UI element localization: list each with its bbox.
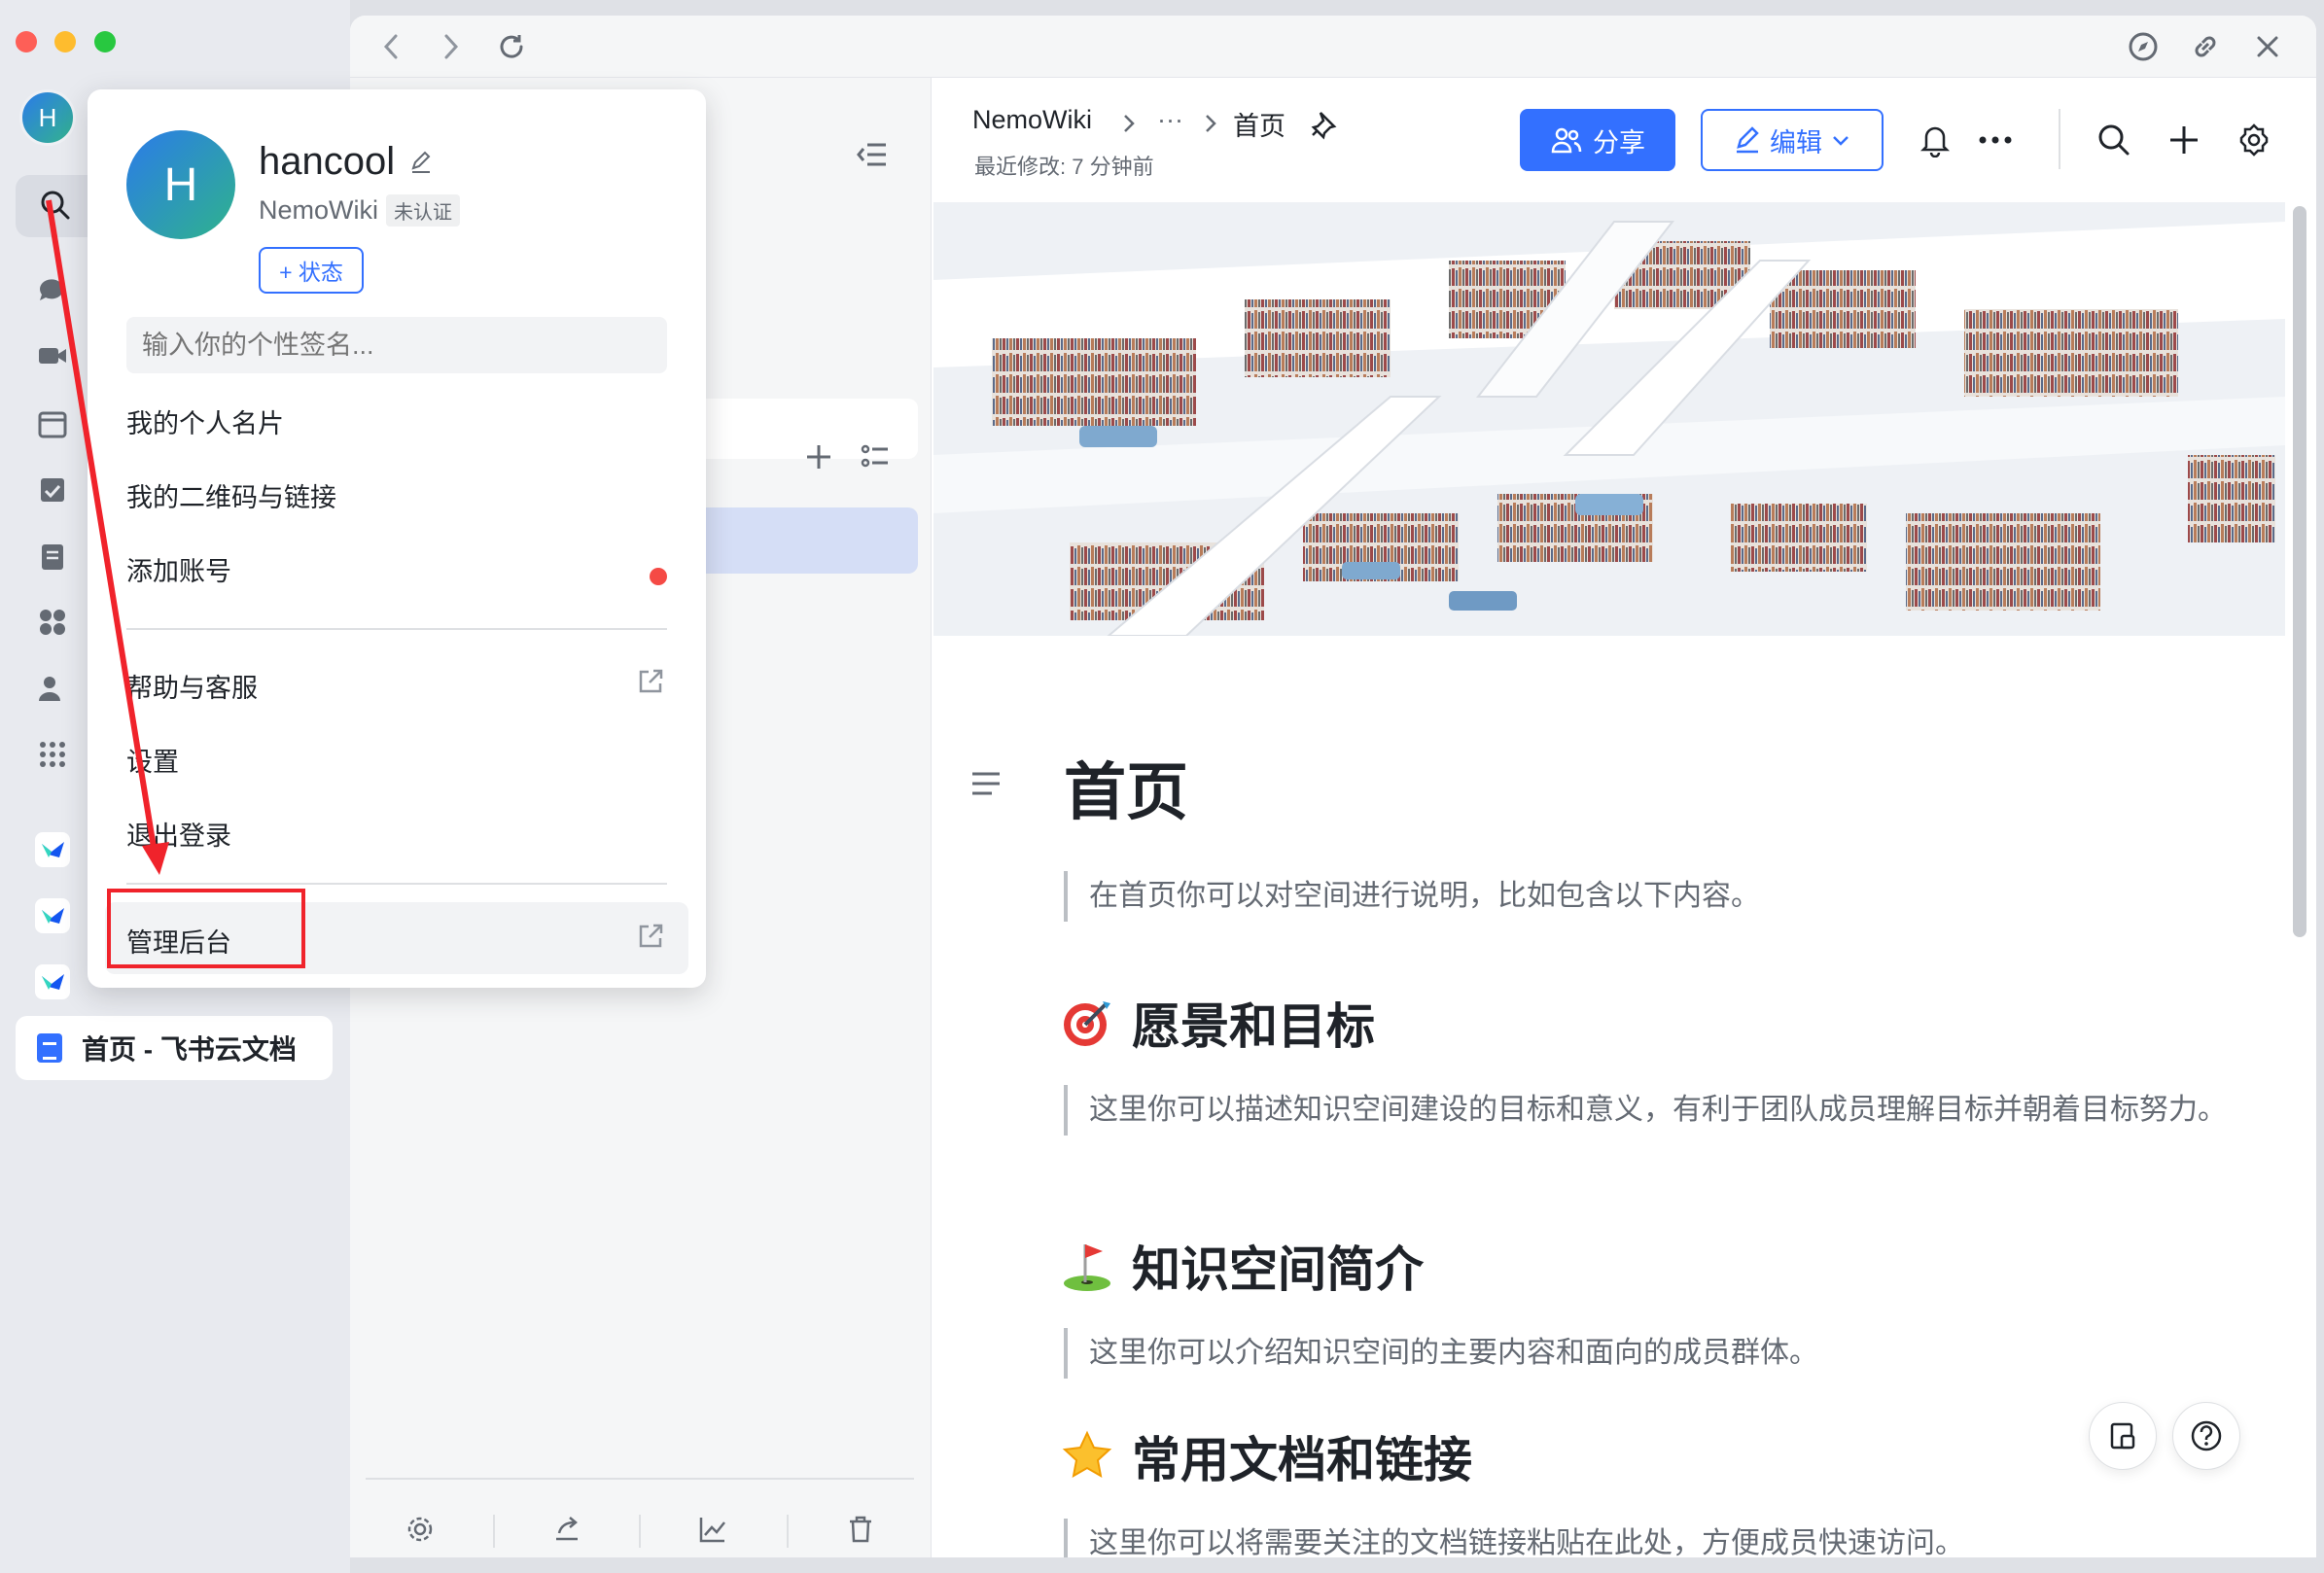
annotation-highlight-box — [107, 889, 305, 968]
arrow-head-icon — [142, 842, 169, 875]
annotation-arrow-overlay — [46, 199, 169, 875]
